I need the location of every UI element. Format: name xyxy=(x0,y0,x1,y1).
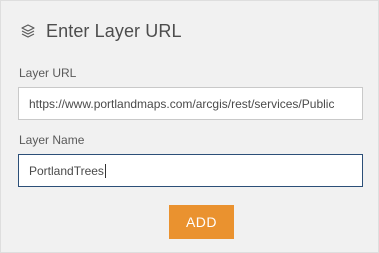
layer-name-value: PortlandTrees xyxy=(29,163,104,178)
add-layer-panel: Enter Layer URL Layer URL https://www.po… xyxy=(0,0,379,253)
add-button[interactable]: ADD xyxy=(169,205,234,239)
layers-icon xyxy=(19,22,37,40)
text-caret xyxy=(104,163,106,178)
layer-url-value: https://www.portlandmaps.com/arcgis/rest… xyxy=(29,96,335,111)
layer-url-input[interactable]: https://www.portlandmaps.com/arcgis/rest… xyxy=(18,87,363,120)
layer-url-label: Layer URL xyxy=(19,66,77,80)
panel-title: Enter Layer URL xyxy=(46,20,182,41)
layer-name-label: Layer Name xyxy=(19,133,85,147)
layer-name-input[interactable]: PortlandTrees xyxy=(18,154,363,187)
panel-header: Enter Layer URL xyxy=(19,20,182,42)
